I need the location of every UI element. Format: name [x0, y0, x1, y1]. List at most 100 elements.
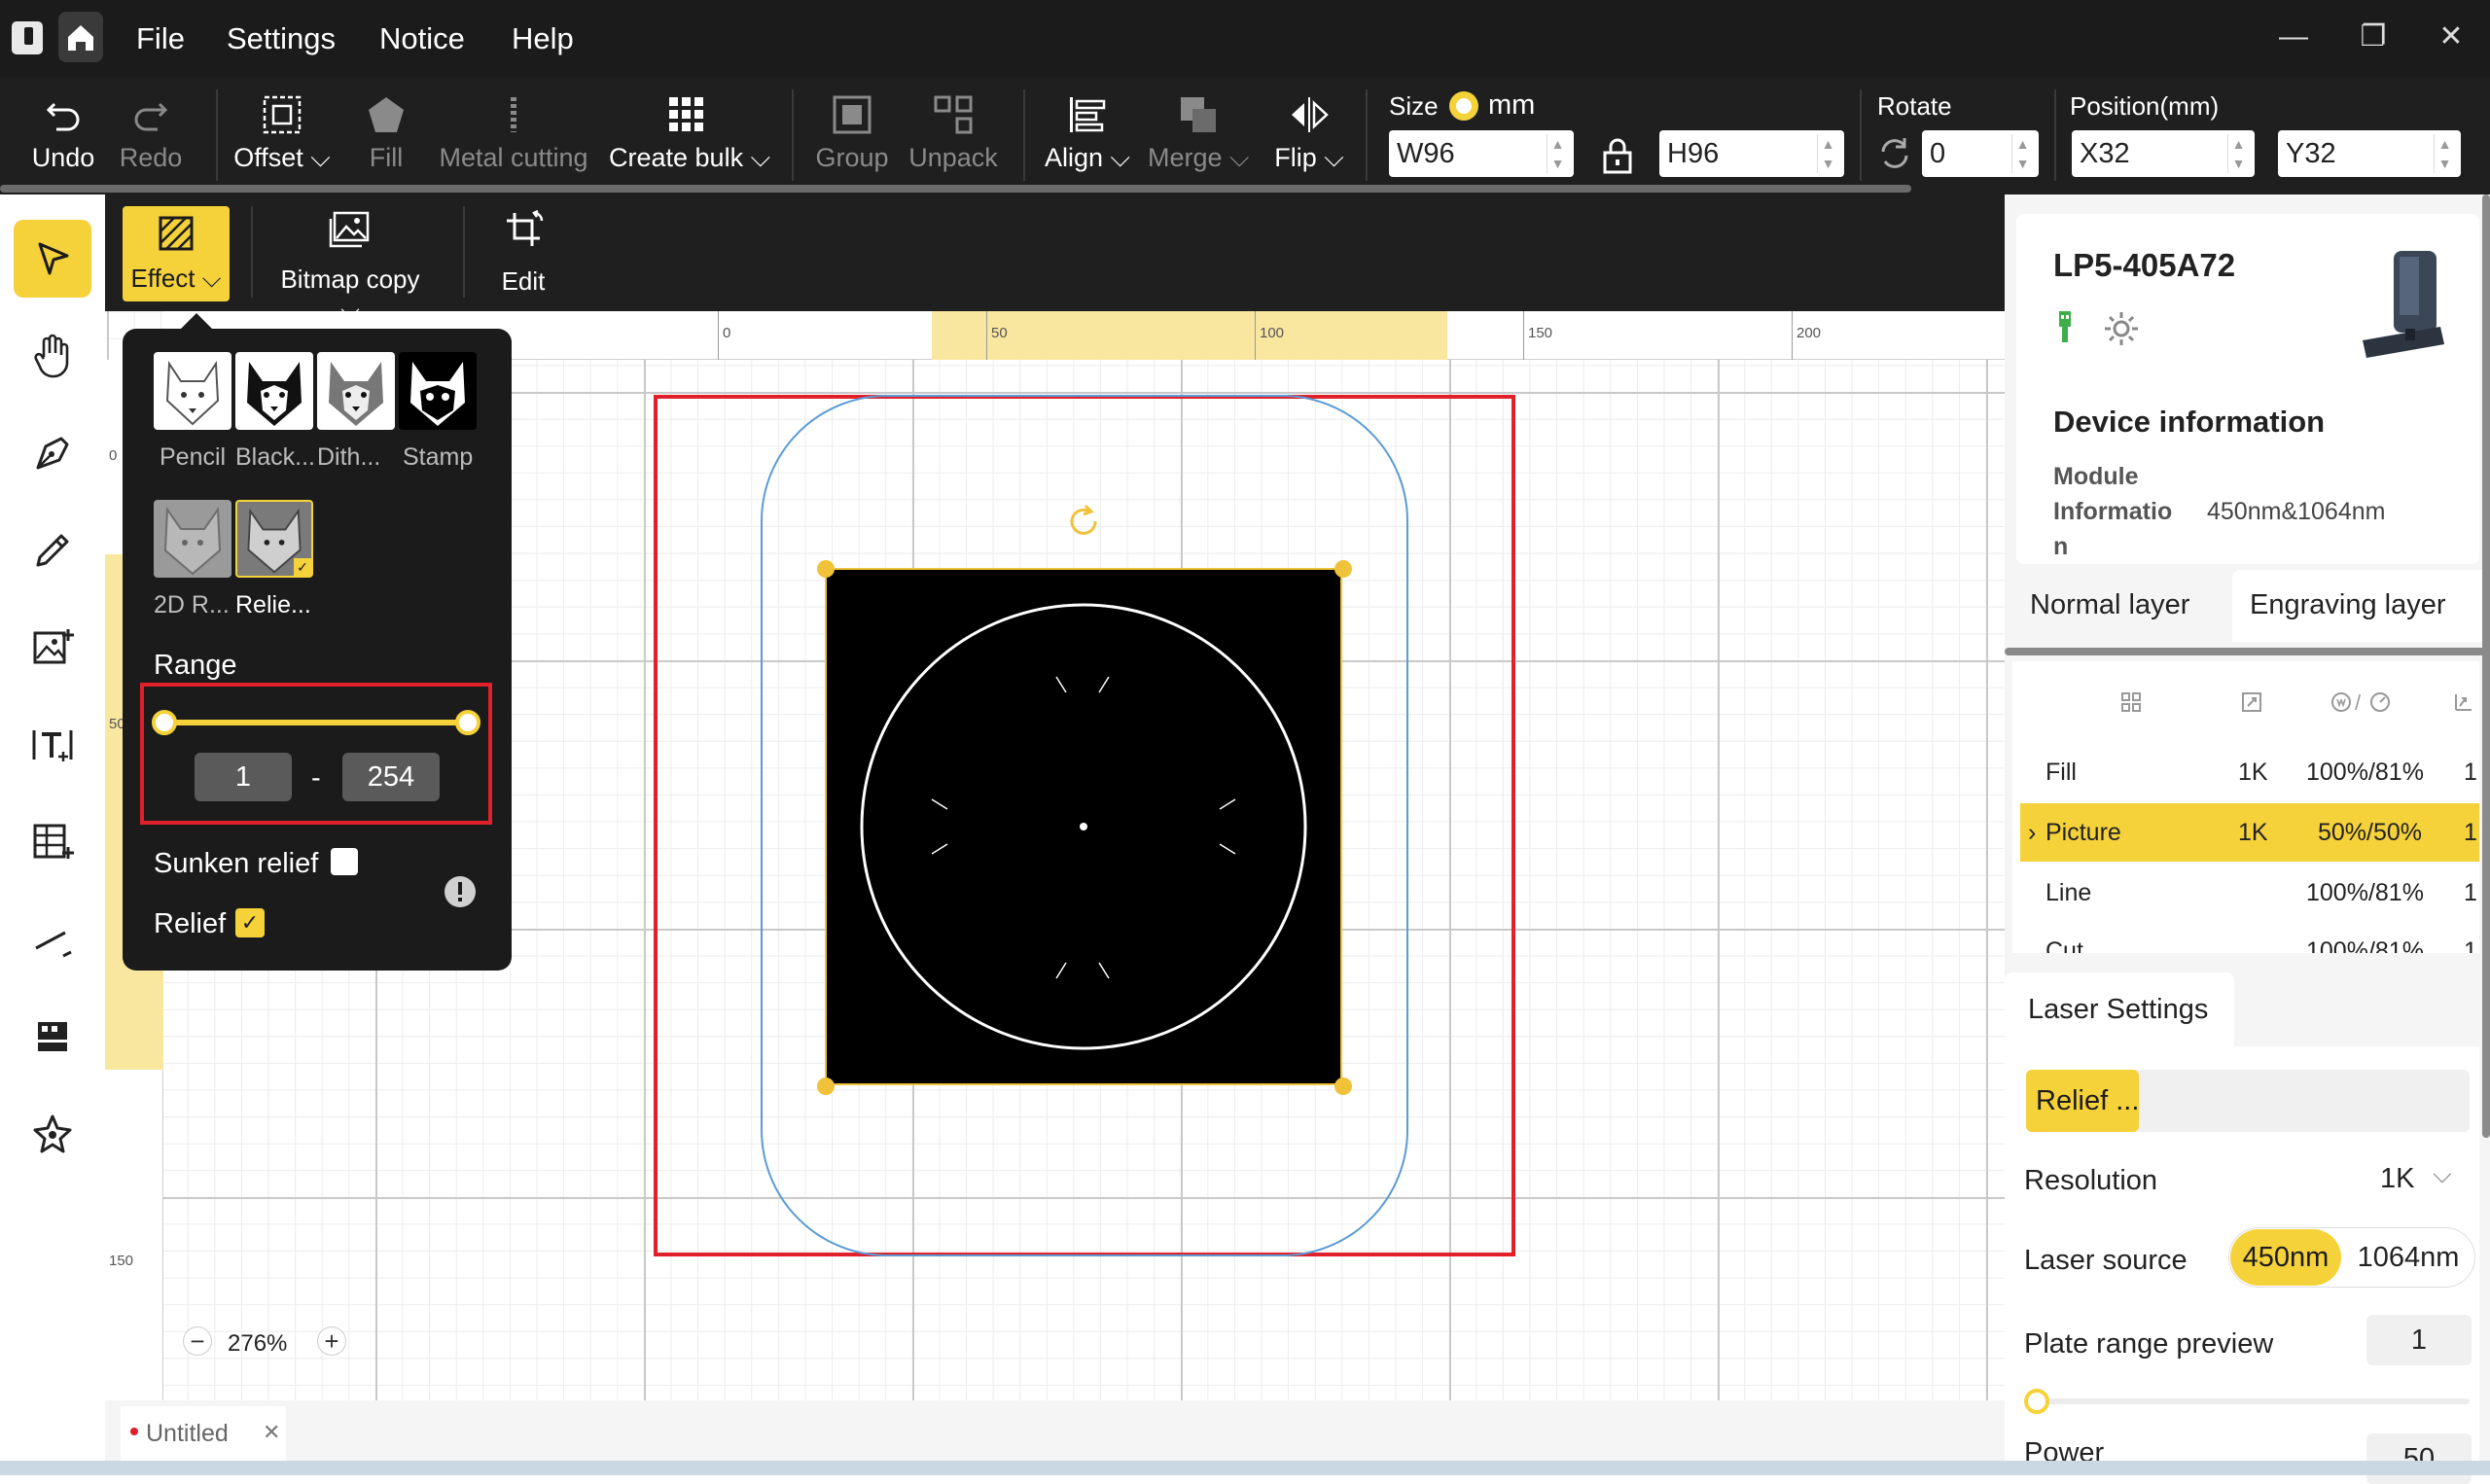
power-input[interactable]: 50	[2366, 1433, 2472, 1484]
range-slider-track[interactable]	[163, 720, 467, 725]
chevron-down-icon: ⌵	[2433, 1159, 2452, 1188]
menu-help[interactable]: Help	[512, 21, 574, 56]
resolution-select[interactable]: 1K	[2380, 1163, 2414, 1195]
resize-handle[interactable]	[1334, 560, 1352, 578]
toolbar-divider	[2054, 89, 2056, 181]
x-stepper[interactable]: ▲ ▼	[2227, 134, 2249, 173]
ruler-tick: 150	[1528, 325, 1553, 341]
rotate-handle-icon[interactable]	[1064, 502, 1103, 541]
effect-pencil-thumb[interactable]	[154, 352, 231, 430]
sunken-relief-checkbox[interactable]	[331, 848, 358, 875]
effect-relief-thumb[interactable]: ✓	[235, 500, 313, 578]
layer-row-cut[interactable]: Cut 100%/81% 1	[2012, 922, 2479, 953]
source-1064nm[interactable]: 1064nm	[2345, 1229, 2472, 1286]
width-input[interactable]: W96 ▲ ▼	[1389, 130, 1574, 177]
create-bulk-button[interactable]: Create bulk ⌵	[609, 92, 770, 174]
effect-2d-relief-thumb[interactable]	[154, 500, 231, 578]
height-stepper[interactable]: ▲ ▼	[1817, 134, 1838, 173]
home-button[interactable]	[58, 12, 103, 62]
layer-tabs-scrollbar[interactable]	[2005, 648, 2490, 655]
resize-handle[interactable]	[817, 1078, 835, 1095]
effect-button[interactable]: Effect ⌵	[123, 206, 230, 301]
plate-range-handle[interactable]	[2024, 1389, 2049, 1414]
group-button[interactable]: Group	[809, 92, 895, 173]
effects-tool[interactable]	[14, 1095, 91, 1173]
selected-image-object[interactable]	[825, 568, 1342, 1085]
range-min-handle[interactable]	[152, 710, 177, 735]
image-tool[interactable]	[14, 609, 91, 687]
x-input[interactable]: X32 ▲ ▼	[2072, 130, 2255, 177]
menu-notice[interactable]: Notice	[379, 21, 465, 56]
plate-range-slider[interactable]	[2034, 1398, 2470, 1404]
text-tool[interactable]	[14, 706, 91, 784]
fill-button[interactable]: Fill	[352, 92, 420, 173]
y-stepper[interactable]: ▲ ▼	[2434, 134, 2455, 173]
layer-row-fill[interactable]: Fill 1K 100%/81% 1	[2012, 743, 2479, 801]
select-tool[interactable]	[14, 220, 91, 298]
preset-relief[interactable]: Relief ...	[2026, 1070, 2139, 1132]
minimize-button[interactable]: —	[2274, 18, 2313, 56]
unpack-label: Unpack	[908, 143, 998, 172]
metal-cutting-button[interactable]: Metal cutting	[436, 92, 591, 173]
height-prefix: H	[1667, 138, 1688, 169]
source-450nm[interactable]: 450nm	[2230, 1229, 2341, 1286]
rotate-input[interactable]: 0 ▲ ▼	[1922, 130, 2039, 177]
range-max-handle[interactable]	[455, 710, 480, 735]
range-min-input[interactable]: 1	[195, 753, 292, 801]
menu-file[interactable]: File	[136, 21, 185, 56]
tab-engraving-layer[interactable]: Engraving layer	[2232, 570, 2490, 642]
y-value: 32	[2304, 138, 2336, 169]
module-label: Informatio	[2053, 498, 2173, 525]
range-separator: -	[311, 762, 321, 794]
offset-button[interactable]: Offset ⌵	[233, 92, 331, 174]
layer-row-picture[interactable]: › Picture 1K 50%/50% 1	[2020, 803, 2479, 862]
close-button[interactable]: ✕	[2432, 18, 2471, 56]
material-tool[interactable]	[14, 998, 91, 1076]
range-max-input[interactable]: 254	[342, 753, 440, 801]
power-header-separator: /	[2355, 690, 2362, 715]
align-button[interactable]: Align ⌵	[1045, 92, 1130, 174]
zoom-in-button[interactable]: +	[317, 1326, 346, 1356]
unit-toggle[interactable]	[1449, 91, 1478, 121]
height-input[interactable]: H96 ▲ ▼	[1659, 130, 1844, 177]
unpack-button[interactable]: Unpack	[908, 92, 998, 173]
text-icon	[32, 730, 73, 761]
undo-button[interactable]: Undo	[27, 92, 99, 173]
close-tab-icon[interactable]: ✕	[263, 1420, 280, 1445]
relief-checkbox[interactable]: ✓	[235, 908, 265, 937]
effect-black-white-thumb[interactable]	[235, 352, 313, 430]
restore-button[interactable]: ❐	[2354, 18, 2393, 56]
plate-range-input[interactable]: 1	[2366, 1315, 2472, 1365]
edit-button[interactable]: Edit	[482, 209, 564, 297]
popup-arrow	[181, 313, 212, 329]
layer-passes: 1	[2464, 819, 2477, 846]
tab-laser-settings[interactable]: Laser Settings	[2005, 972, 2234, 1046]
menu-settings[interactable]: Settings	[227, 21, 336, 56]
width-stepper[interactable]: ▲ ▼	[1547, 134, 1568, 173]
flip-button[interactable]: Flip ⌵	[1270, 92, 1348, 174]
create-bulk-label: Create bulk	[609, 143, 744, 172]
line-tool[interactable]	[14, 901, 91, 978]
pan-tool[interactable]	[14, 317, 91, 395]
rotate-stepper[interactable]: ▲ ▼	[2011, 134, 2033, 173]
pen-tool[interactable]	[14, 414, 91, 492]
redo-button[interactable]: Redo	[115, 92, 187, 173]
document-tab[interactable]: Untitled ✕	[121, 1406, 286, 1461]
toolbar-scrollbar[interactable]	[0, 185, 1911, 193]
merge-button[interactable]: Merge ⌵	[1148, 92, 1250, 174]
device-settings-gear-icon[interactable]	[2102, 309, 2141, 348]
y-input[interactable]: Y32 ▲ ▼	[2278, 130, 2461, 177]
effect-dithering-thumb[interactable]	[317, 352, 395, 430]
info-icon[interactable]	[444, 875, 477, 908]
pencil-tool[interactable]	[14, 512, 91, 589]
right-panel-scrollbar[interactable]	[2482, 194, 2490, 1138]
lock-icon[interactable]	[1601, 136, 1634, 175]
zoom-out-button[interactable]: −	[183, 1326, 212, 1356]
tab-normal-layer[interactable]: Normal layer	[2005, 570, 2226, 642]
bitmap-copy-button[interactable]: Bitmap copy ⌵	[272, 209, 428, 326]
resize-handle[interactable]	[817, 560, 835, 578]
layer-row-line[interactable]: Line 100%/81% 1	[2012, 864, 2479, 922]
table-tool[interactable]	[14, 803, 91, 881]
resize-handle[interactable]	[1334, 1078, 1352, 1095]
effect-stamp-thumb[interactable]	[399, 352, 477, 430]
